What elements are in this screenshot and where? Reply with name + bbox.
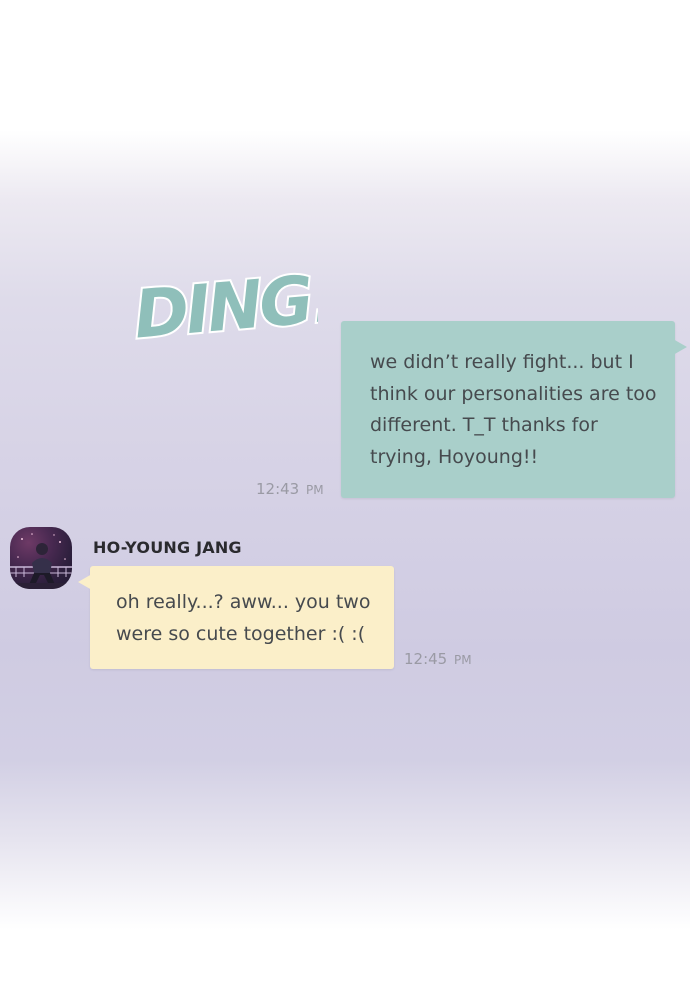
avatar[interactable] bbox=[10, 527, 72, 589]
sent-message-time: 12:43 PM bbox=[256, 480, 324, 498]
ding-text: DING! bbox=[131, 259, 318, 353]
avatar-image bbox=[10, 533, 72, 589]
ding-sound-effect: DING! bbox=[129, 258, 318, 353]
sent-time-ampm: PM bbox=[306, 483, 324, 497]
bubble-tail bbox=[78, 574, 92, 590]
received-message-bubble[interactable]: oh really...? aww... you two were so cut… bbox=[78, 566, 394, 669]
received-message-text: oh really...? aww... you two were so cut… bbox=[116, 591, 371, 645]
received-time-value: 12:45 bbox=[404, 650, 448, 668]
sender-name: HO-YOUNG JANG bbox=[93, 538, 242, 557]
received-message-time: 12:45 PM bbox=[404, 650, 472, 668]
received-time-ampm: PM bbox=[454, 653, 472, 667]
bubble-tail bbox=[673, 339, 687, 355]
sent-time-value: 12:43 bbox=[256, 480, 300, 498]
sent-message-bubble[interactable]: we didn’t really fight... but I think ou… bbox=[341, 321, 687, 498]
sent-message-text: we didn’t really fight... but I think ou… bbox=[370, 351, 657, 468]
